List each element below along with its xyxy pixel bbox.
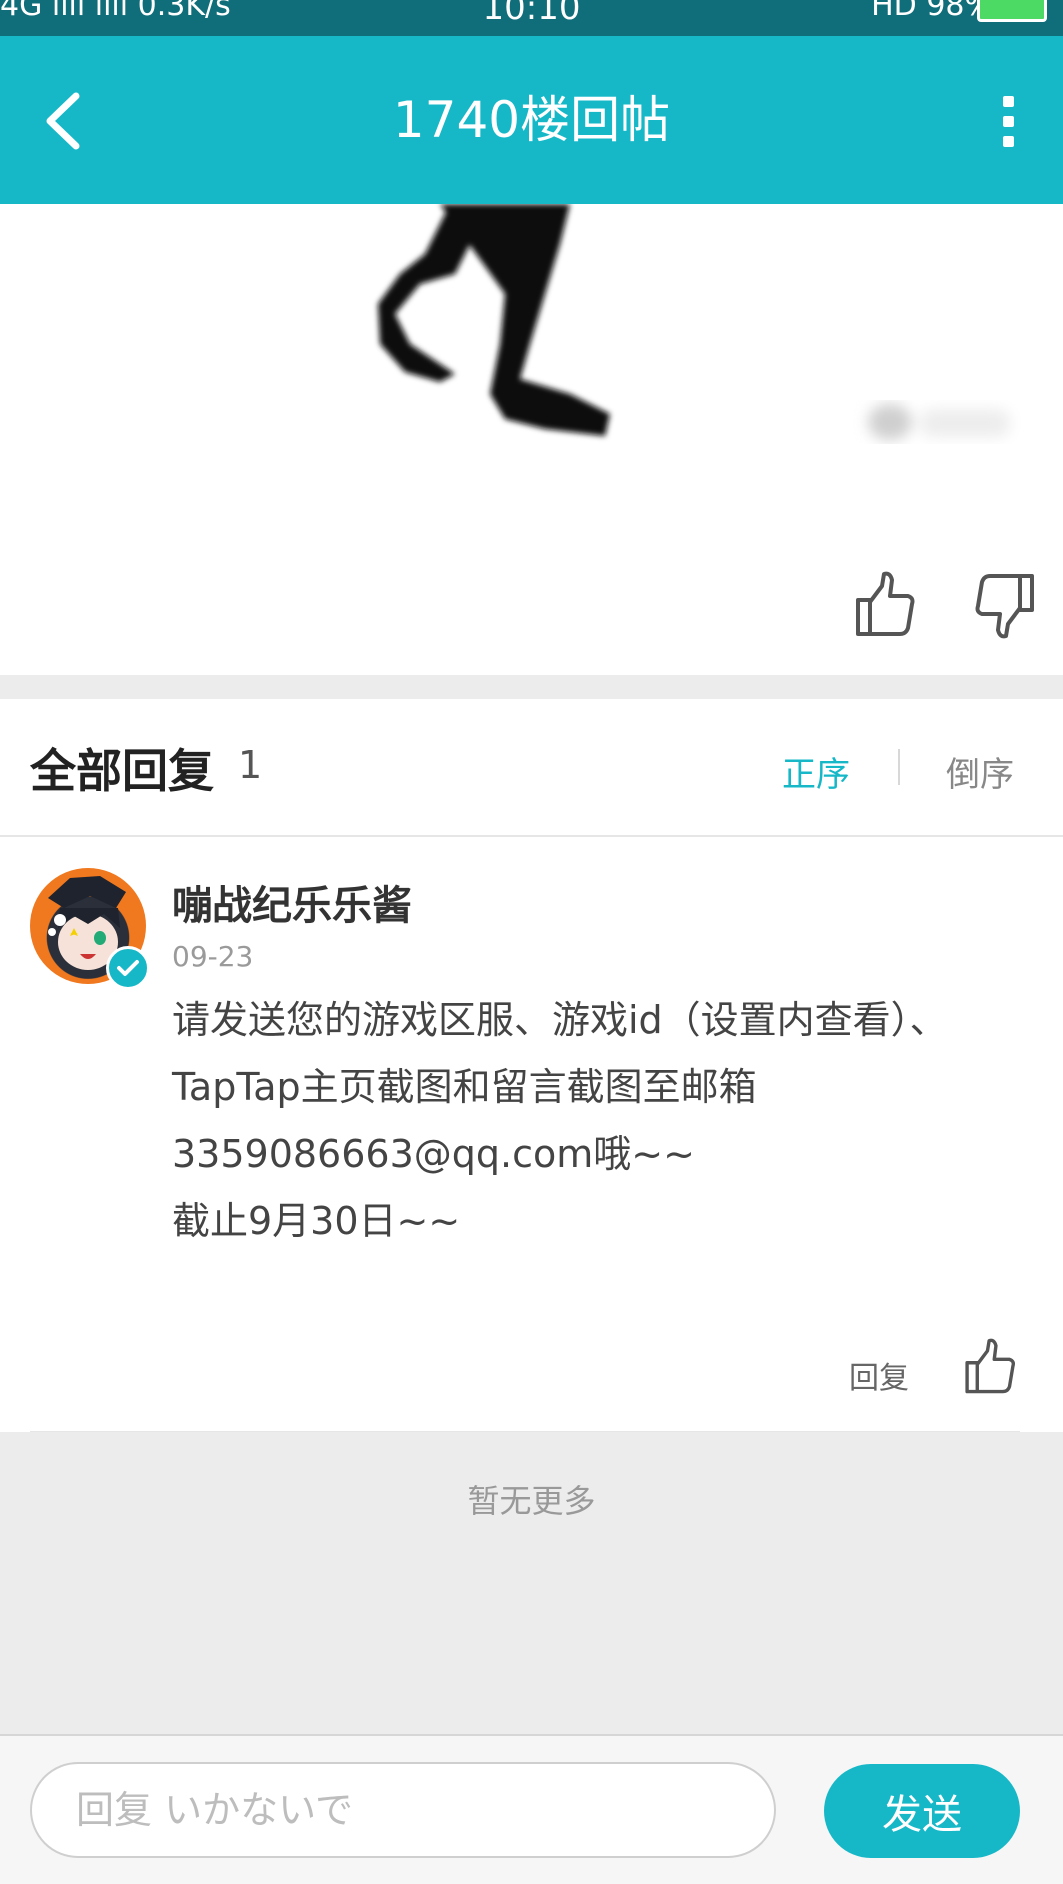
more-vertical-icon <box>1003 96 1014 147</box>
reply-date: 09-23 <box>172 940 254 973</box>
like-post-button[interactable] <box>852 570 918 640</box>
reply-content: 请发送您的游戏区服、游戏id（设置内查看）、TapTap主页截图和留言截图至邮箱… <box>172 998 948 1243</box>
no-more-area: 暂无更多 <box>0 1432 1063 1734</box>
status-bar: 4G ııll ıııl 0.3K/s 10:10 HD 98% <box>0 0 1063 36</box>
reply-composer: 发送 <box>0 1734 1063 1884</box>
reply-item: 嘣战纪乐乐酱 09-23 请发送您的游戏区服、游戏id（设置内查看）、TapTa… <box>0 837 1063 1433</box>
dislike-post-button[interactable] <box>972 570 1038 640</box>
reply-button[interactable]: 回复 <box>849 1353 909 1397</box>
replies-header: 全部回复 1 正序 倒序 <box>0 699 1063 837</box>
verified-badge-icon <box>106 946 150 990</box>
replies-count: 1 <box>238 743 263 787</box>
sort-descending-button[interactable]: 倒序 <box>946 747 1014 796</box>
more-options-button[interactable] <box>973 76 1043 166</box>
replies-title: 全部回复 <box>30 744 214 798</box>
sort-divider <box>898 749 900 785</box>
page-title: 1740楼回帖 <box>392 91 671 149</box>
app-bar: 1740楼回帖 <box>0 36 1063 204</box>
silhouette-image <box>378 204 1010 440</box>
thumbs-up-icon <box>856 571 915 636</box>
reply-input[interactable] <box>30 1762 776 1858</box>
send-button[interactable]: 发送 <box>824 1764 1020 1858</box>
post-actions <box>0 570 1063 670</box>
sort-ascending-button[interactable]: 正序 <box>782 747 850 796</box>
post-image[interactable] <box>0 204 1063 534</box>
battery-icon <box>977 0 1047 22</box>
status-battery-text: HD 98% <box>871 0 993 23</box>
no-more-text: 暂无更多 <box>467 1482 596 1520</box>
thumbs-down-icon <box>975 574 1034 639</box>
thumbs-up-icon <box>965 1338 1016 1394</box>
like-reply-button[interactable] <box>962 1337 1018 1397</box>
reply-username[interactable]: 嘣战纪乐乐酱 <box>172 873 412 931</box>
section-divider <box>0 675 1063 699</box>
